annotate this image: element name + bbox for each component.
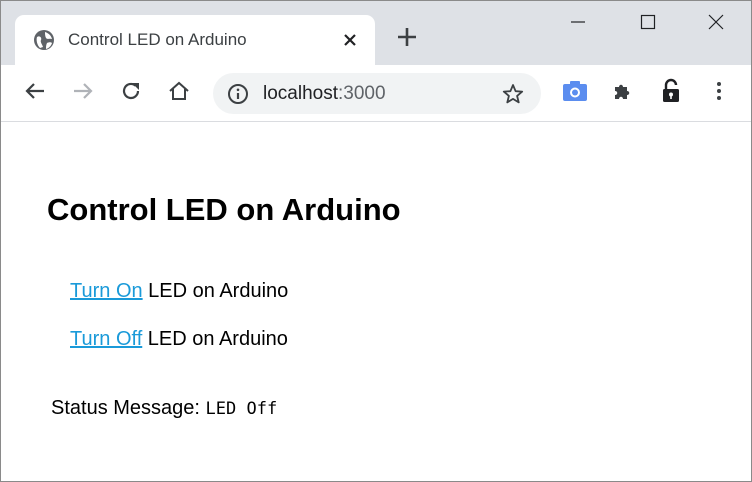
maximize-icon [640, 14, 656, 35]
close-icon [708, 14, 724, 35]
new-tab-button[interactable] [393, 25, 421, 53]
maximize-button[interactable] [625, 7, 671, 41]
turn-off-text: LED on Arduino [142, 328, 288, 350]
puzzle-icon [611, 79, 635, 108]
forward-button[interactable] [69, 79, 97, 107]
forward-icon [71, 79, 95, 108]
browser-tab[interactable]: Control LED on Arduino [15, 15, 375, 65]
page-content: Control LED on Arduino Turn On LED on Ar… [1, 122, 751, 481]
minimize-button[interactable] [555, 7, 601, 41]
status-label: Status Message: [51, 397, 206, 419]
back-icon [23, 79, 47, 108]
reload-icon [119, 79, 143, 108]
menu-button[interactable] [705, 79, 733, 107]
browser-window: Control LED on Arduino localhost:3000 Co… [0, 0, 752, 482]
home-button[interactable] [165, 79, 193, 107]
url-host: localhost [263, 83, 338, 104]
url-port: :3000 [338, 83, 386, 104]
camera-extension-button[interactable] [561, 79, 589, 107]
status-line: Status Message: LED Off [51, 397, 277, 420]
globe-icon [33, 29, 55, 51]
turn-on-link[interactable]: Turn On [70, 280, 143, 302]
reload-button[interactable] [117, 79, 145, 107]
plus-icon [396, 26, 418, 53]
lock-icon [659, 78, 683, 109]
address-bar[interactable]: localhost:3000 [213, 73, 541, 114]
home-icon [167, 79, 191, 108]
turn-on-line: Turn On LED on Arduino [70, 280, 288, 303]
lock-extension-button[interactable] [657, 78, 685, 109]
tab-title: Control LED on Arduino [68, 30, 247, 49]
star-icon[interactable] [501, 82, 525, 106]
kebab-menu-icon [715, 80, 723, 107]
camera-icon [562, 79, 588, 108]
minimize-icon [570, 14, 586, 35]
turn-off-line: Turn Off LED on Arduino [70, 328, 288, 351]
turn-on-text: LED on Arduino [142, 280, 289, 302]
turn-off-link[interactable]: Turn Off [70, 328, 142, 350]
info-icon[interactable] [227, 83, 249, 105]
extensions-button[interactable] [609, 79, 637, 107]
tab-strip: Control LED on Arduino [1, 1, 751, 65]
tab-close-icon[interactable] [339, 29, 361, 51]
window-close-button[interactable] [693, 7, 739, 41]
url-text[interactable]: localhost:3000 [263, 83, 386, 105]
status-message: LED Off [205, 399, 278, 419]
back-button[interactable] [21, 79, 49, 107]
page-title: Control LED on Arduino [47, 192, 401, 227]
browser-toolbar: localhost:3000 [1, 65, 751, 122]
